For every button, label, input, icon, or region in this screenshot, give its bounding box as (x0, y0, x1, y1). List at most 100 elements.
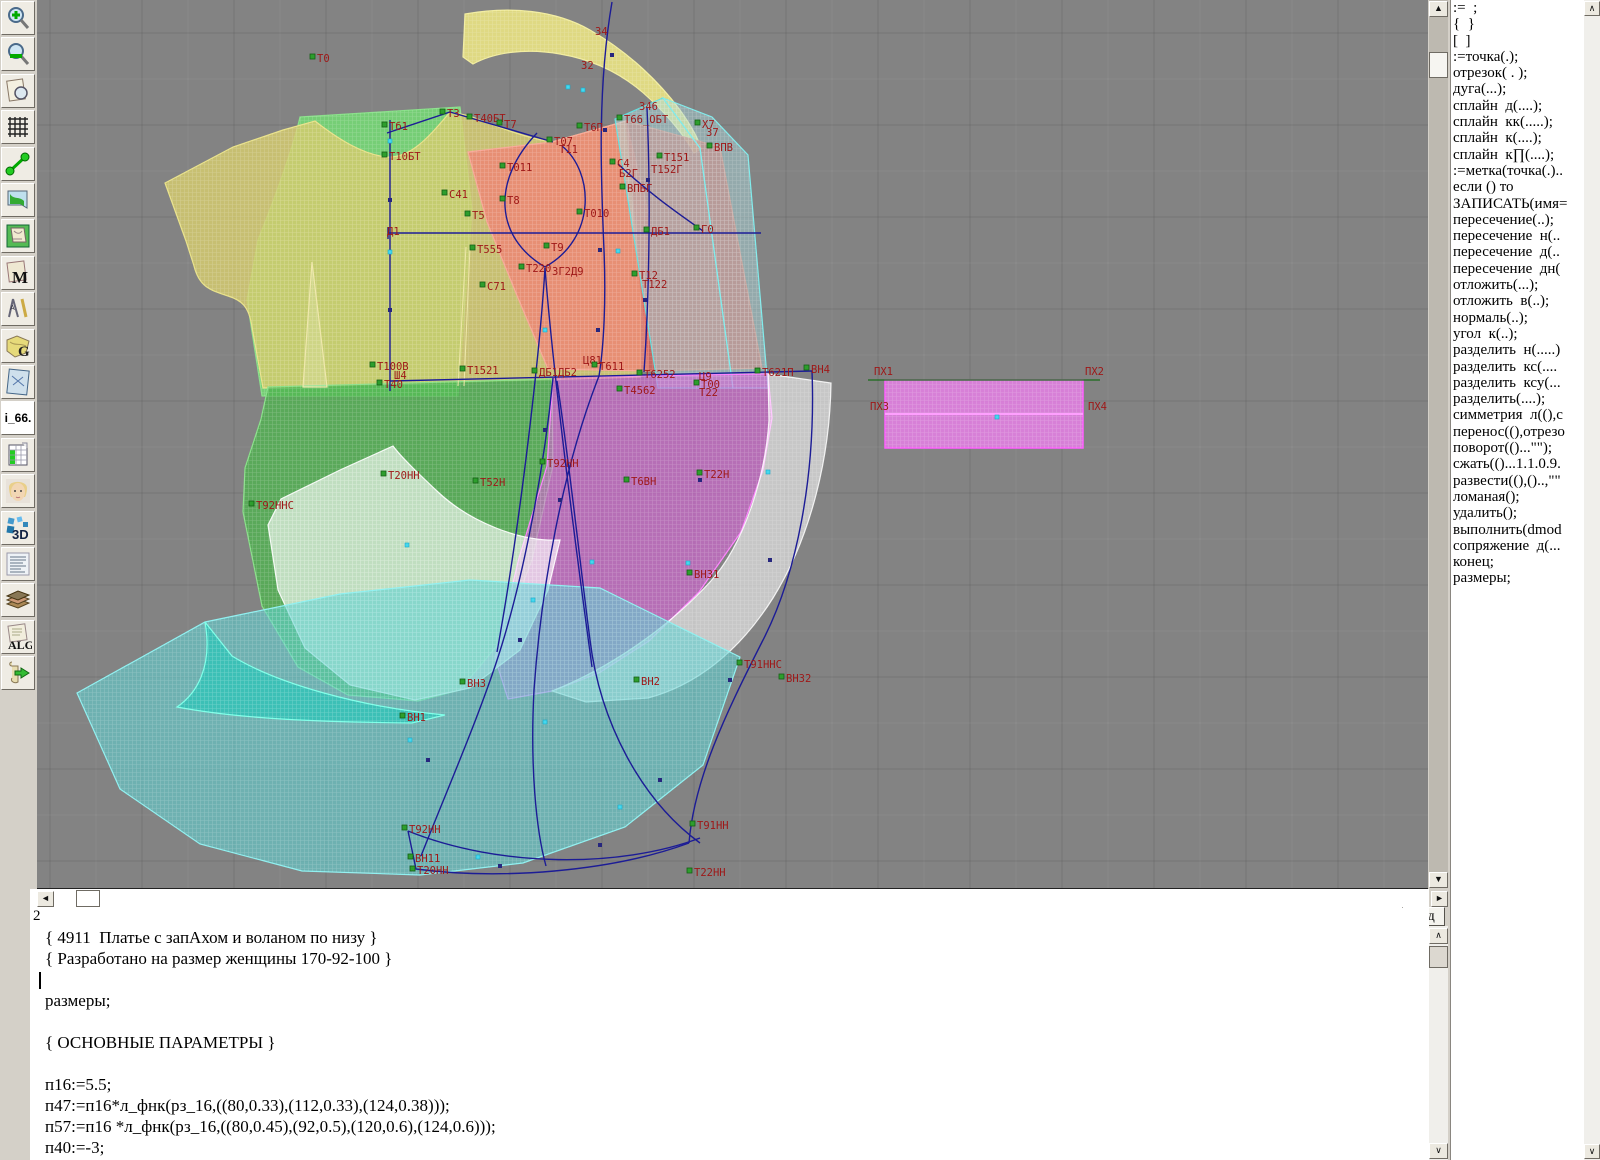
pattern-point-marker[interactable] (697, 470, 702, 475)
zoom-in-icon[interactable] (1, 1, 35, 35)
command-item[interactable]: пересечение н(.. (1451, 228, 1585, 244)
sidebar-vscroll-track[interactable] (1584, 0, 1600, 1160)
pattern-point-marker[interactable] (755, 368, 760, 373)
pattern-point-marker[interactable] (547, 137, 552, 142)
pattern-point-marker[interactable] (657, 153, 662, 158)
pattern-point-marker[interactable] (480, 282, 485, 287)
selection-point[interactable] (543, 328, 547, 332)
command-item[interactable]: отложить в(..); (1451, 293, 1585, 309)
selection-point[interactable] (590, 560, 594, 564)
pattern-point-marker[interactable] (473, 478, 478, 483)
zoom-out-icon[interactable] (1, 37, 35, 71)
pattern-point-marker[interactable] (500, 163, 505, 168)
selection-point[interactable] (618, 805, 622, 809)
spreadsheet-icon[interactable] (1, 438, 35, 472)
command-item[interactable]: угол к(..); (1451, 326, 1585, 342)
pattern-drawing[interactable]: Т0Т3Т40БТТб1Т10БТ3432346Т66_ОБТТ6ПТ7Х737… (37, 0, 1428, 888)
command-item[interactable]: пересечение дн( (1451, 261, 1585, 277)
print-preview-icon[interactable] (1, 74, 35, 108)
command-item[interactable]: симметрия л((),с (1451, 407, 1585, 423)
pattern-point-marker[interactable] (617, 115, 622, 120)
command-item[interactable]: пересечение(..); (1451, 212, 1585, 228)
pattern-point-marker[interactable] (544, 243, 549, 248)
pattern-point-marker[interactable] (382, 152, 387, 157)
pattern-point-marker[interactable] (249, 501, 254, 506)
canvas-vscroll-track[interactable] (1429, 0, 1448, 888)
pattern-point-marker[interactable] (577, 209, 582, 214)
code-vscroll-thumb[interactable] (1429, 946, 1448, 968)
portrait-icon[interactable] (1, 474, 35, 508)
pattern-point-marker[interactable] (577, 123, 582, 128)
pattern-point-marker[interactable] (687, 868, 692, 873)
pattern-point-marker[interactable] (632, 271, 637, 276)
command-item[interactable]: ломаная(); (1451, 489, 1585, 505)
pattern-point-marker[interactable] (592, 362, 597, 367)
pattern-point-marker[interactable] (410, 866, 415, 871)
canvas-vscroll-down[interactable]: ▼ (1429, 872, 1448, 888)
drafting-tools-icon[interactable]: A (1, 292, 35, 326)
command-item[interactable]: сжать(()...1.1.0.9. (1451, 456, 1585, 472)
grid-icon[interactable] (1, 110, 35, 144)
command-item[interactable]: дуга(...); (1451, 81, 1585, 97)
selection-point[interactable] (566, 85, 570, 89)
canvas-hscroll-track[interactable] (30, 889, 1429, 908)
pattern-point-marker[interactable] (519, 264, 524, 269)
pattern-point-marker[interactable] (440, 109, 445, 114)
command-item[interactable]: перенос((),отрезо (1451, 424, 1585, 440)
selection-point[interactable] (405, 543, 409, 547)
selection-point[interactable] (543, 720, 547, 724)
command-item[interactable]: выполнить(dmod (1451, 522, 1585, 538)
pattern-point-marker[interactable] (465, 211, 470, 216)
sidebar-vscroll-up[interactable]: ∧ (1584, 1, 1600, 16)
canvas-hscroll-left[interactable]: ◄ (37, 891, 54, 907)
command-item[interactable]: пересечение д(.. (1451, 244, 1585, 260)
command-item[interactable]: разделить(....); (1451, 391, 1585, 407)
pattern-point-marker[interactable] (310, 54, 315, 59)
size-label[interactable]: i_66. (1, 401, 35, 435)
command-item[interactable]: нормаль(..); (1451, 310, 1585, 326)
code-vscroll-down[interactable]: ∨ (1429, 1143, 1448, 1159)
command-item[interactable]: разделить ксу(... (1451, 375, 1585, 391)
selection-point[interactable] (388, 139, 392, 143)
pattern-point-marker[interactable] (634, 677, 639, 682)
pattern-point-marker[interactable] (694, 225, 699, 230)
command-item[interactable]: поворот(()...""); (1451, 440, 1585, 456)
selection-point[interactable] (531, 598, 535, 602)
pattern-canvas[interactable]: Т0Т3Т40БТТб1Т10БТ3432346Т66_ОБТТ6ПТ7Х737… (37, 0, 1428, 889)
text-list-icon[interactable] (1, 547, 35, 581)
pattern-point-marker[interactable] (540, 459, 545, 464)
pattern-point-marker[interactable] (442, 190, 447, 195)
command-item[interactable]: сплайн к(....); (1451, 130, 1585, 146)
pattern-point-marker[interactable] (737, 660, 742, 665)
command-item[interactable]: сопряжение д(... (1451, 538, 1585, 554)
pattern-point-marker[interactable] (804, 365, 809, 370)
selection-point[interactable] (388, 250, 392, 254)
command-item[interactable]: развести((),()..,"" (1451, 473, 1585, 489)
measure-segment-icon[interactable] (1, 147, 35, 181)
algorithm-icon[interactable]: ALG (1, 620, 35, 654)
drawing-sheet-icon[interactable] (1, 365, 35, 399)
pattern-point-marker[interactable] (408, 854, 413, 859)
command-item[interactable]: конец; (1451, 554, 1585, 570)
selection-point[interactable] (581, 88, 585, 92)
pattern-point-marker[interactable] (687, 570, 692, 575)
command-item[interactable]: [ ] (1451, 33, 1585, 49)
pattern-point-marker[interactable] (610, 159, 615, 164)
command-item[interactable]: удалить(); (1451, 505, 1585, 521)
pattern-layout-icon[interactable] (1, 219, 35, 253)
image-map-icon[interactable] (1, 183, 35, 217)
pattern-point-marker[interactable] (620, 184, 625, 189)
pattern-g-icon[interactable]: G (1, 329, 35, 363)
command-item[interactable]: :=метка(точка(.).. (1451, 163, 1585, 179)
command-item[interactable]: сплайн кк(.....); (1451, 114, 1585, 130)
pattern-point-marker[interactable] (400, 713, 405, 718)
command-item[interactable]: ЗАПИСАТЬ(имя= (1451, 196, 1585, 212)
command-item[interactable]: сплайн д(....); (1451, 98, 1585, 114)
command-item[interactable]: отрезок( . ); (1451, 65, 1585, 81)
selection-point[interactable] (616, 249, 620, 253)
code-vscroll-up[interactable]: ∧ (1429, 928, 1448, 944)
canvas-hscroll-thumb[interactable] (76, 890, 100, 907)
pattern-point-marker[interactable] (644, 227, 649, 232)
command-item[interactable]: отложить(...); (1451, 277, 1585, 293)
pattern-point-marker[interactable] (402, 825, 407, 830)
